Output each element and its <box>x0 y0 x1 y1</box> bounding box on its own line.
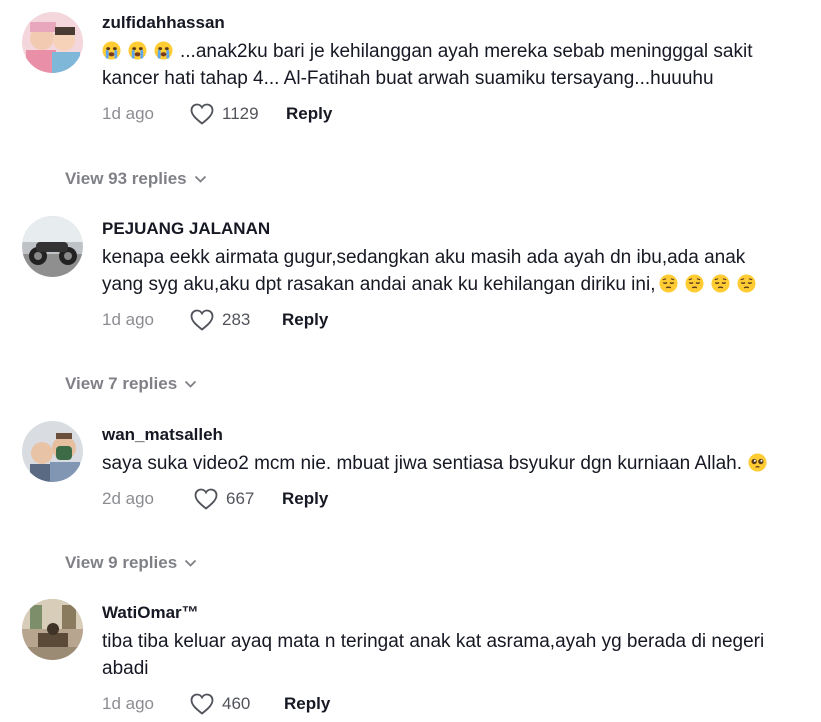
pensive-emoji-icon <box>659 274 678 293</box>
avatar[interactable] <box>22 216 83 277</box>
comment-text: ...anak2ku bari je kehilanggan ayah mere… <box>102 38 782 92</box>
chevron-down-icon <box>185 559 197 567</box>
view-replies-button[interactable]: View 9 replies <box>65 551 197 575</box>
view-replies-label: View 9 replies <box>65 553 178 572</box>
comment-text: saya suka video2 mcm nie. mbuat jiwa sen… <box>102 450 782 477</box>
like-count: 667 <box>226 489 255 508</box>
like-button[interactable]: 667 <box>194 484 254 514</box>
comment-meta: 1d ago 460 Reply <box>102 689 782 719</box>
comment-username[interactable]: WatiOmar™ <box>102 602 782 624</box>
comment-username[interactable]: zulfidahhassan <box>102 12 782 34</box>
comment-date: 1d ago <box>102 694 154 713</box>
comment-date: 2d ago <box>102 489 154 508</box>
comment-date: 1d ago <box>102 310 154 329</box>
view-replies-button[interactable]: View 93 replies <box>65 167 207 191</box>
comment-text: kenapa eekk airmata gugur,sedangkan aku … <box>102 244 782 298</box>
pensive-emoji-icon <box>737 274 756 293</box>
view-replies-button[interactable]: View 7 replies <box>65 372 197 396</box>
comment-text-body: saya suka video2 mcm nie. mbuat jiwa sen… <box>102 453 743 474</box>
like-count: 460 <box>222 694 251 713</box>
heart-icon <box>190 309 214 331</box>
like-count: 1129 <box>222 104 259 123</box>
comment-username[interactable]: PEJUANG JALANAN <box>102 218 782 240</box>
reply-button[interactable]: Reply <box>284 689 330 719</box>
heart-icon <box>190 103 214 125</box>
avatar[interactable] <box>22 12 83 73</box>
view-replies-label: View 93 replies <box>65 169 187 188</box>
comment-date: 1d ago <box>102 104 154 123</box>
comment-text-body: kenapa eekk airmata gugur,sedangkan aku … <box>102 247 746 295</box>
like-button[interactable]: 460 <box>190 689 250 719</box>
chevron-down-icon <box>185 380 197 388</box>
crying-emoji-icon <box>154 41 173 60</box>
chevron-down-icon <box>194 175 206 183</box>
comment-meta: 1d ago 1129 Reply <box>102 99 782 129</box>
like-button[interactable]: 283 <box>190 305 250 335</box>
comment-text-body: ...anak2ku bari je kehilanggan ayah mere… <box>102 41 753 89</box>
like-button[interactable]: 1129 <box>190 99 259 129</box>
like-count: 283 <box>222 310 251 329</box>
reply-button[interactable]: Reply <box>286 99 332 129</box>
reply-button[interactable]: Reply <box>282 305 328 335</box>
pensive-emoji-icon <box>685 274 704 293</box>
pleading-emoji-icon <box>748 453 767 472</box>
avatar[interactable] <box>22 421 83 482</box>
view-replies-label: View 7 replies <box>65 374 178 393</box>
comment-username[interactable]: wan_matsalleh <box>102 424 782 446</box>
comment-text: tiba tiba keluar ayaq mata n teringat an… <box>102 631 765 679</box>
comment-meta: 2d ago 667 Reply <box>102 484 782 514</box>
pensive-emoji-icon <box>711 274 730 293</box>
crying-emoji-icon <box>128 41 147 60</box>
heart-icon <box>190 693 214 715</box>
avatar[interactable] <box>22 599 83 660</box>
comment-meta: 1d ago 283 Reply <box>102 305 782 335</box>
crying-emoji-icon <box>102 41 121 60</box>
reply-button[interactable]: Reply <box>282 484 328 514</box>
heart-icon <box>194 488 218 510</box>
